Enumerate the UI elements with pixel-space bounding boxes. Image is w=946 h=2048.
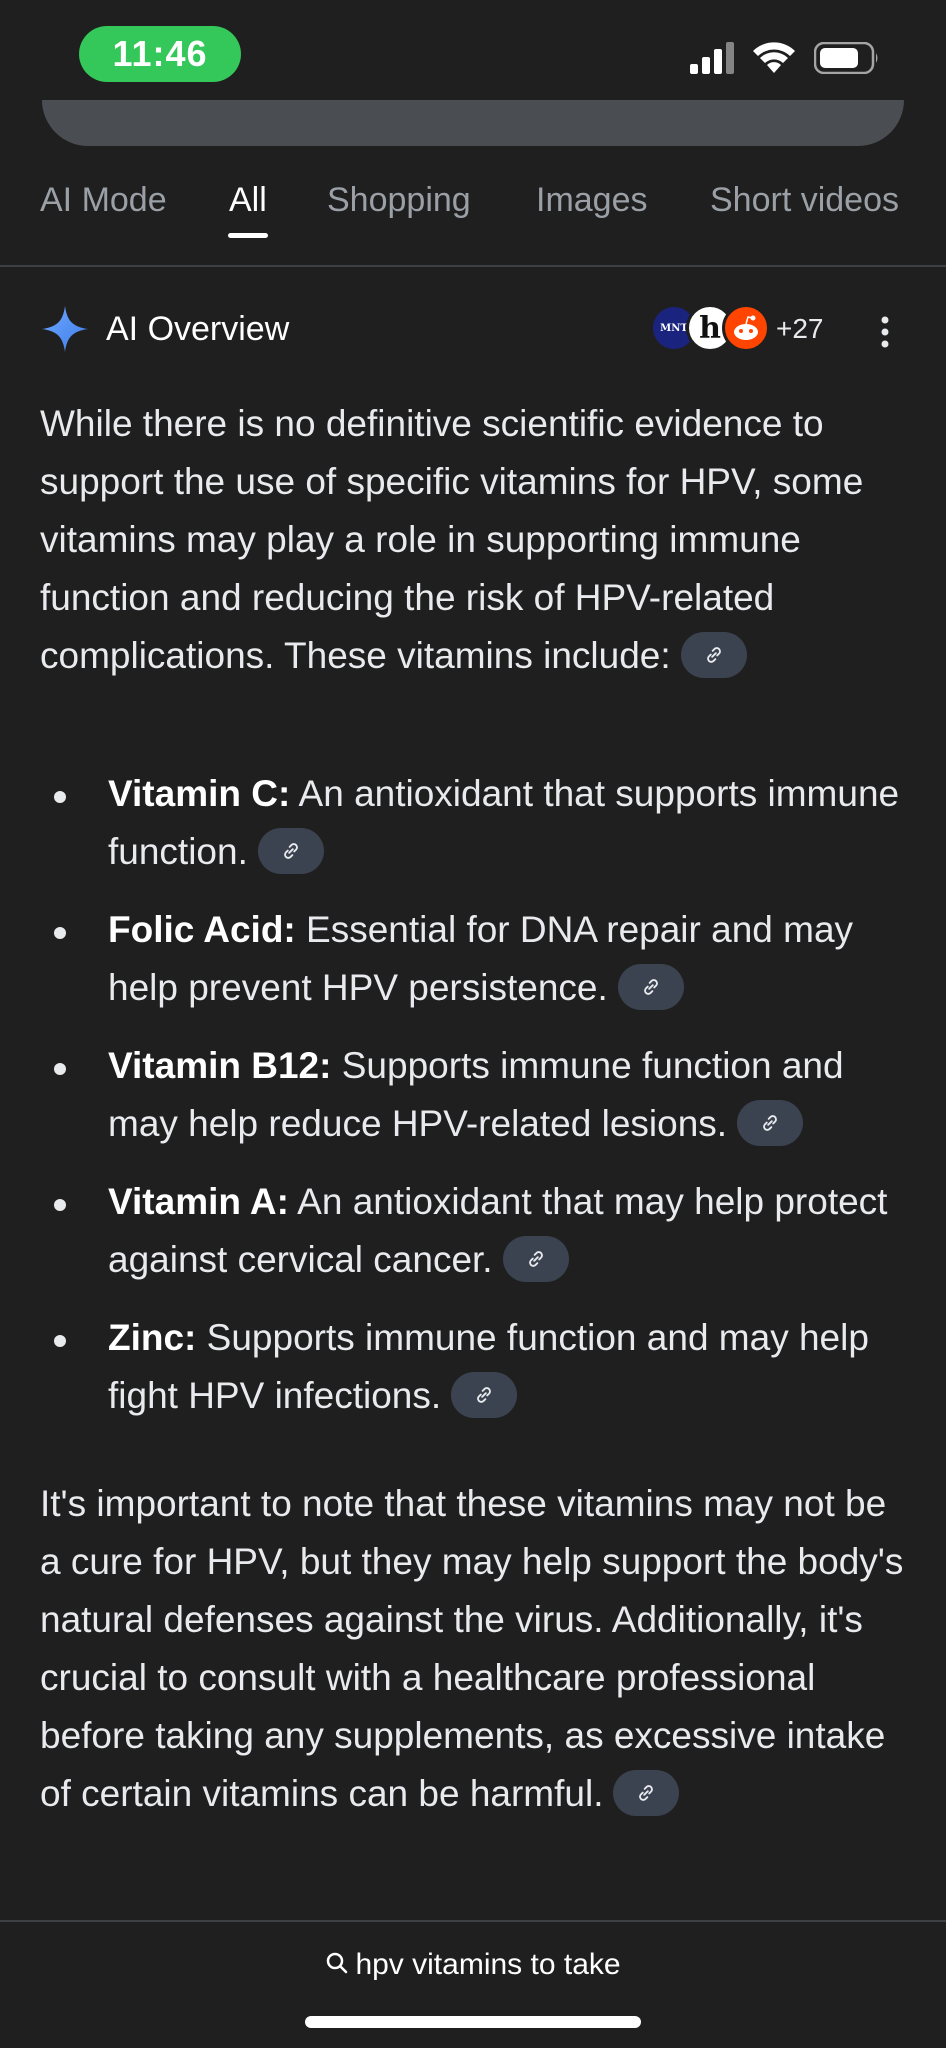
intro-text: While there is no definitive scientific … [40, 403, 864, 676]
item-term: Vitamin B12: [108, 1045, 332, 1086]
search-bar[interactable] [42, 100, 904, 146]
bullet-dot [54, 927, 66, 939]
link-chip[interactable] [680, 632, 747, 679]
tab-ai-mode[interactable]: AI Mode [40, 181, 167, 220]
tab-shopping[interactable]: Shopping [327, 181, 471, 220]
bullet-dot [54, 1199, 66, 1211]
tab-short-videos[interactable]: Short videos [710, 181, 899, 220]
source-avatars[interactable]: MNT h [650, 304, 775, 354]
item-term: Zinc: [108, 1317, 197, 1358]
bullet-dot [54, 791, 66, 803]
link-chip[interactable] [502, 1236, 569, 1283]
signal-icon [690, 42, 734, 74]
search-query-text: hpv vitamins to take [355, 1948, 621, 1981]
link-chip[interactable] [451, 1372, 518, 1419]
link-chip[interactable] [257, 828, 324, 875]
bottom-search-query[interactable]: hpv vitamins to take [0, 1948, 946, 1982]
active-tab-indicator [228, 233, 268, 238]
link-icon [283, 843, 298, 860]
link-icon [528, 1251, 543, 1268]
bullet-dot [54, 1063, 66, 1075]
ai-overview-header: AI Overview MNT h +27 [0, 300, 946, 360]
reddit-icon[interactable] [722, 304, 770, 352]
item-term: Folic Acid: [108, 909, 296, 950]
link-icon [706, 647, 721, 664]
more-options-icon[interactable] [870, 314, 900, 350]
list-item: Vitamin C: An antioxidant that supports … [40, 765, 900, 881]
link-icon [639, 1785, 654, 1802]
intro-paragraph: While there is no definitive scientific … [40, 395, 900, 685]
wifi-icon [753, 42, 795, 73]
outro-paragraph: It's important to note that these vitami… [40, 1475, 910, 1823]
item-term: Vitamin A: [108, 1181, 289, 1222]
link-icon [763, 1115, 777, 1132]
list-item: Vitamin B12: Supports immune function an… [40, 1037, 900, 1153]
battery-icon [814, 42, 878, 74]
link-icon [643, 979, 658, 996]
status-bar: 11:46 [0, 0, 946, 110]
sparkle-icon [42, 306, 88, 352]
tab-images[interactable]: Images [536, 181, 648, 220]
search-tabs: AI Mode All Shopping Images Short videos [0, 175, 946, 267]
status-icons [690, 42, 880, 74]
search-icon [327, 1952, 348, 1974]
link-chip[interactable] [737, 1100, 804, 1147]
bullet-dot [54, 1335, 66, 1347]
home-indicator[interactable] [305, 2016, 641, 2028]
link-chip[interactable] [617, 964, 684, 1011]
link-icon [477, 1387, 492, 1404]
more-sources-count[interactable]: +27 [776, 313, 824, 345]
status-time: 11:46 [79, 26, 241, 82]
vitamin-list: Vitamin C: An antioxidant that supports … [40, 765, 900, 1445]
ai-overview-title: AI Overview [106, 310, 290, 348]
link-chip[interactable] [613, 1770, 680, 1817]
item-term: Vitamin C: [108, 773, 291, 814]
list-item: Folic Acid: Essential for DNA repair and… [40, 901, 900, 1017]
list-item: Zinc: Supports immune function and may h… [40, 1309, 900, 1425]
ai-overview-content: While there is no definitive scientific … [40, 395, 906, 1817]
tab-all[interactable]: All [229, 181, 267, 220]
list-item: Vitamin A: An antioxidant that may help … [40, 1173, 900, 1289]
outro-text: It's important to note that these vitami… [40, 1483, 904, 1814]
bottom-divider [0, 1920, 946, 1922]
